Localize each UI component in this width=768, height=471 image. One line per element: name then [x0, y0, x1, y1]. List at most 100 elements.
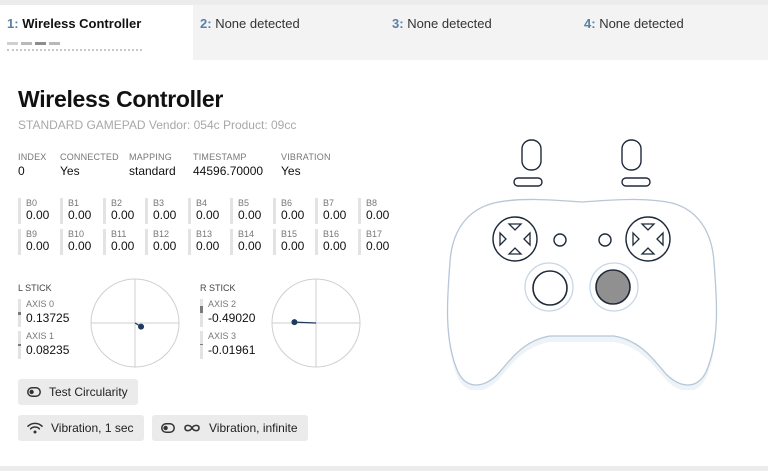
- button-value: 0.00: [111, 208, 135, 222]
- info-value: Yes: [281, 164, 301, 178]
- button-label: Test Circularity: [49, 385, 128, 399]
- button-value: 0.00: [26, 239, 50, 253]
- button-value: 0.00: [238, 239, 262, 253]
- button-cell: B7 0.00: [315, 198, 353, 224]
- controller-title: Wireless Controller: [18, 86, 223, 112]
- tab-gamepad-3[interactable]: 3: None detected: [385, 5, 577, 60]
- button-cell: B4 0.00: [188, 198, 226, 224]
- select-button: [553, 233, 567, 247]
- button-cell: B14 0.00: [230, 229, 268, 255]
- right-stick-label: R STICK: [200, 283, 236, 293]
- info-value: 0: [18, 164, 25, 178]
- infinity-icon: [184, 424, 200, 432]
- button-label: B5: [238, 198, 250, 208]
- button-cell: B13 0.00: [188, 229, 226, 255]
- button-value: 0.00: [323, 239, 347, 253]
- button-value: 0.00: [281, 239, 305, 253]
- tab-number: 4:: [584, 16, 596, 31]
- axis-label: AXIS 0: [26, 299, 55, 309]
- button-cell: B0 0.00: [18, 198, 56, 224]
- test-circularity-button[interactable]: Test Circularity: [18, 379, 138, 405]
- button-cell: B5 0.00: [230, 198, 268, 224]
- info-connected: CONNECTED Yes: [60, 152, 119, 178]
- tab-gamepad-4[interactable]: 4: None detected: [577, 5, 768, 60]
- button-label: B2: [111, 198, 123, 208]
- axis-label: AXIS 3: [208, 331, 237, 341]
- axis-3: AXIS 3 -0.01961: [200, 331, 270, 359]
- tab-label: None detected: [407, 16, 492, 31]
- controller-panel: Wireless Controller STANDARD GAMEPAD Ven…: [0, 60, 768, 466]
- tab-gamepad-1[interactable]: 1: Wireless Controller: [0, 5, 193, 60]
- button-cell: B9 0.00: [18, 229, 56, 255]
- axis-value: 0.08235: [26, 343, 70, 357]
- button-label: Vibration, infinite: [209, 421, 298, 435]
- axis-0: AXIS 0 0.13725: [18, 299, 88, 327]
- button-value: 0.00: [196, 208, 220, 222]
- button-cell: B10 0.00: [60, 229, 98, 255]
- controller-subtitle: STANDARD GAMEPAD Vendor: 054c Product: 0…: [18, 118, 297, 132]
- tab-number: 3:: [392, 16, 404, 31]
- axis-1: AXIS 1 0.08235: [18, 331, 88, 359]
- info-index: INDEX 0: [18, 152, 47, 178]
- wifi-icon: [27, 422, 43, 434]
- info-value: 44596.70000: [193, 164, 264, 178]
- vibration-infinite-button[interactable]: Vibration, infinite: [152, 415, 308, 441]
- button-value: 0.00: [366, 208, 390, 222]
- tab-activity-indicator: [7, 42, 60, 45]
- button-value: 0.00: [196, 239, 220, 253]
- button-value: 0.00: [153, 208, 177, 222]
- button-cell: B3 0.00: [145, 198, 183, 224]
- info-value: Yes: [60, 164, 80, 178]
- button-label: B7: [323, 198, 335, 208]
- info-label: CONNECTED: [60, 152, 119, 162]
- button-label: B11: [111, 229, 127, 239]
- info-timestamp: TIMESTAMP 44596.70000: [193, 152, 263, 178]
- right-trigger: [621, 139, 642, 171]
- button-label: B8: [366, 198, 378, 208]
- button-value: 0.00: [238, 208, 262, 222]
- right-stick: [595, 269, 631, 305]
- button-value: 0.00: [366, 239, 390, 253]
- axis-0-meter: [18, 312, 21, 315]
- tab-label: None detected: [215, 16, 300, 31]
- tab-number: 2:: [200, 16, 212, 31]
- axis-3-meter: [200, 344, 203, 345]
- button-value: 0.00: [281, 208, 305, 222]
- gamepad-body: [446, 198, 718, 386]
- axis-label: AXIS 2: [208, 299, 237, 309]
- gamepad-tabs: 1: Wireless Controller 2: None detected …: [0, 5, 768, 60]
- info-vibration: VIBRATION Yes: [281, 152, 331, 178]
- left-stick-plot: [90, 278, 180, 368]
- button-label: B12: [153, 229, 170, 239]
- info-label: INDEX: [18, 152, 47, 162]
- stick-position-dot: [291, 319, 298, 326]
- button-label: B15: [281, 229, 298, 239]
- button-label: B13: [196, 229, 213, 239]
- tab-label: None detected: [599, 16, 684, 31]
- button-label: B1: [68, 198, 80, 208]
- info-label: TIMESTAMP: [193, 152, 247, 162]
- info-mapping: MAPPING standard: [129, 152, 176, 178]
- button-value: 0.00: [111, 239, 135, 253]
- axis-value: -0.01961: [208, 343, 256, 357]
- button-label: B10: [68, 229, 85, 239]
- button-cell: B8 0.00: [358, 198, 396, 224]
- button-label: B0: [26, 198, 38, 208]
- button-label: B17: [366, 229, 383, 239]
- button-value: 0.00: [68, 239, 92, 253]
- button-cell: B11 0.00: [103, 229, 141, 255]
- vibration-1sec-button[interactable]: Vibration, 1 sec: [18, 415, 144, 441]
- tab-number: 1:: [7, 16, 19, 31]
- info-value: standard: [129, 164, 176, 178]
- tab-gamepad-2[interactable]: 2: None detected: [193, 5, 385, 60]
- button-label: B3: [153, 198, 165, 208]
- axis-label: AXIS 1: [26, 331, 55, 341]
- start-button: [598, 233, 612, 247]
- axis-2-meter: [200, 306, 203, 313]
- left-stick: [532, 270, 568, 306]
- button-cell: B17 0.00: [358, 229, 396, 255]
- axis-value: 0.13725: [26, 311, 70, 325]
- info-label: VIBRATION: [281, 152, 331, 162]
- toggle-icon: [161, 423, 175, 433]
- button-label: B9: [26, 229, 38, 239]
